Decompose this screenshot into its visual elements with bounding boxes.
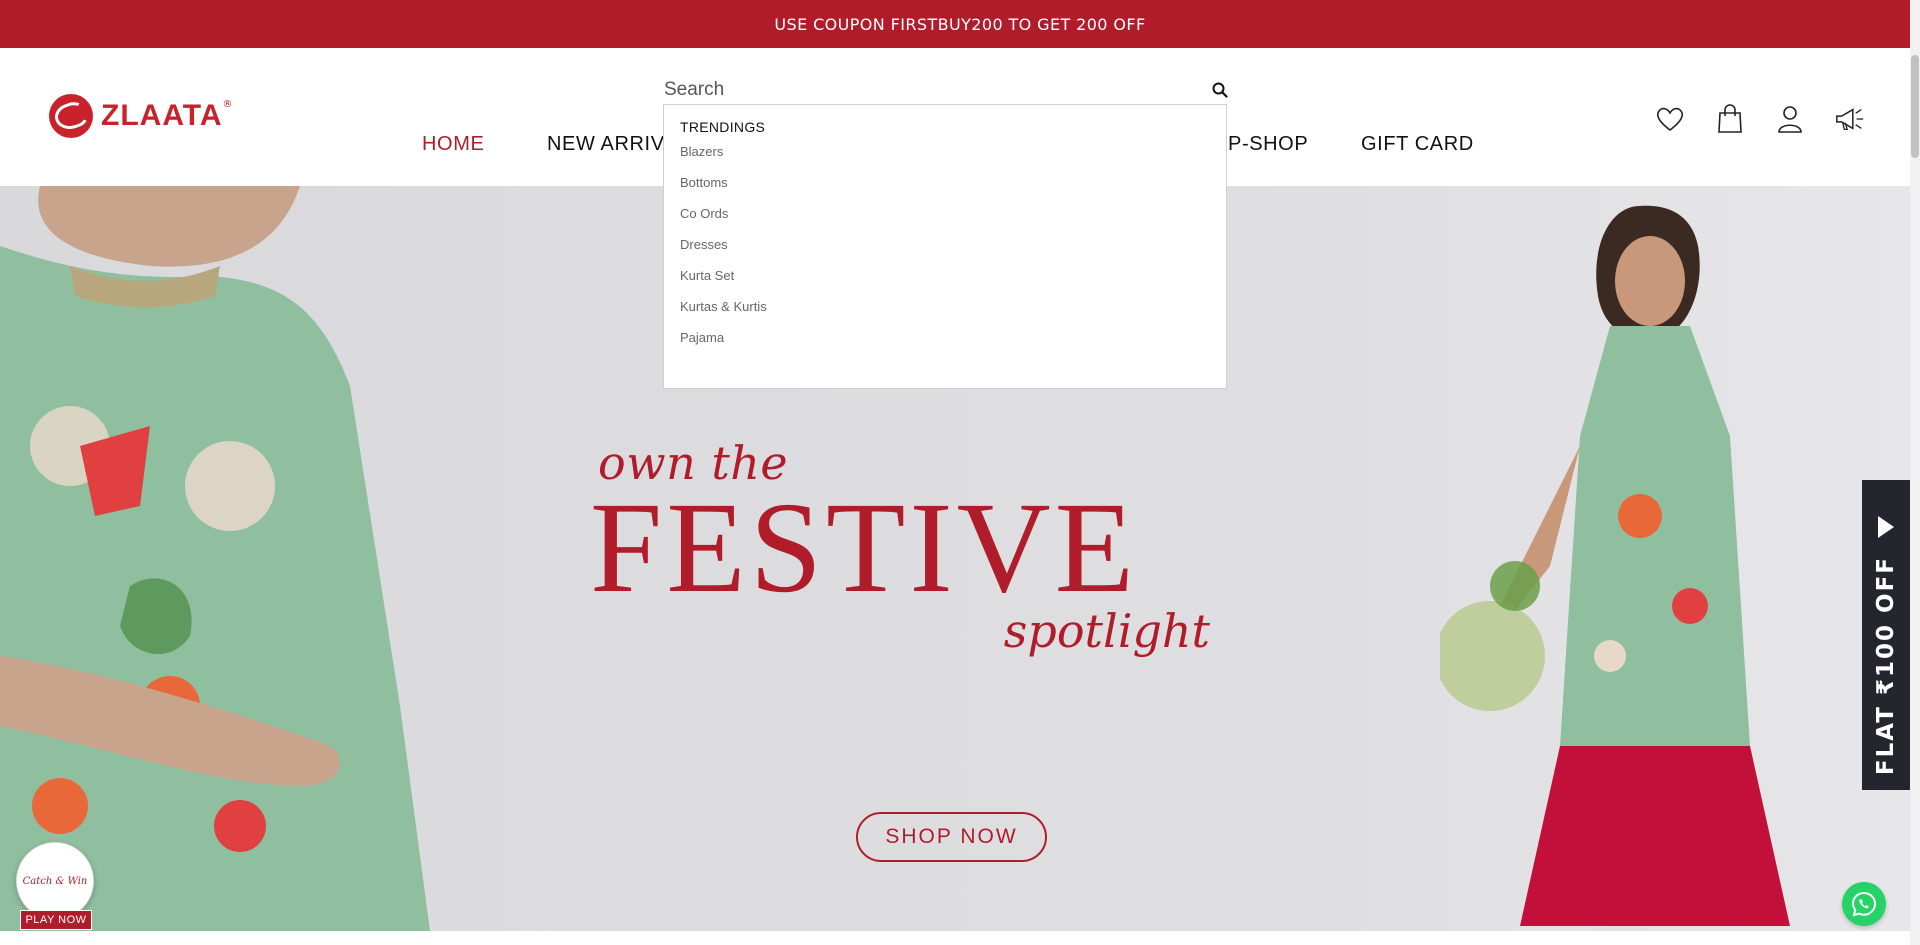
nav-item-home[interactable]: HOME	[422, 133, 484, 156]
user-icon	[1778, 106, 1802, 133]
suggestion-item-kurtas-kurtis[interactable]: Kurtas & Kurtis	[680, 298, 1210, 329]
brand-logo-mark-icon	[49, 94, 93, 138]
nav-item-gift-card[interactable]: GIFT CARD	[1361, 133, 1474, 156]
account-button[interactable]	[1774, 103, 1806, 135]
search-suggestions-dropdown: TRENDINGS Blazers Bottoms Co Ords Dresse…	[663, 104, 1227, 389]
nav-item-pop-shop[interactable]: P-SHOP	[1228, 133, 1308, 156]
suggestion-item-pajama[interactable]: Pajama	[680, 329, 1210, 360]
hero-model-left-image	[0, 186, 430, 931]
scrollbar-thumb[interactable]	[1911, 55, 1919, 158]
registered-mark: ®	[222, 99, 233, 110]
hero-line-2: FESTIVE	[590, 476, 1138, 620]
brand-name: ZLAATA	[101, 99, 223, 132]
heart-icon	[1656, 107, 1684, 132]
hero-headline: own the FESTIVE spotlight	[590, 436, 1230, 658]
suggestion-item-co-ords[interactable]: Co Ords	[680, 205, 1210, 236]
header-actions	[1654, 103, 1866, 135]
shopping-bag-icon	[1718, 104, 1742, 133]
suggestion-item-bottoms[interactable]: Bottoms	[680, 174, 1210, 205]
nav-item-new-arrivals[interactable]: NEW ARRIV	[547, 133, 665, 156]
catch-and-win-widget[interactable]: Catch & Win PLAY NOW	[16, 842, 94, 936]
flat-offer-tab[interactable]: FLAT ₹100 OFF	[1862, 480, 1910, 790]
dropdown-heading: TRENDINGS	[680, 119, 766, 135]
brand-logo[interactable]: ZLAATA ®	[49, 94, 233, 138]
search-icon[interactable]	[1212, 82, 1228, 98]
catch-and-win-label: Catch & Win	[22, 875, 88, 887]
cart-button[interactable]	[1714, 103, 1746, 135]
catch-and-win-badge[interactable]: Catch & Win	[16, 842, 94, 920]
flat-offer-text: FLAT ₹100 OFF	[1873, 556, 1899, 776]
play-arrow-icon	[1878, 516, 1894, 538]
suggestion-item-kurta-set[interactable]: Kurta Set	[680, 267, 1210, 298]
announcement-bar: USE COUPON FIRSTBUY200 TO GET 200 OFF	[0, 0, 1920, 48]
page-scrollbar[interactable]	[1910, 0, 1920, 945]
whatsapp-icon	[1851, 891, 1877, 917]
suggestion-item-blazers[interactable]: Blazers	[680, 143, 1210, 174]
shop-now-button[interactable]: SHOP NOW	[856, 812, 1047, 862]
wishlist-button[interactable]	[1654, 103, 1686, 135]
megaphone-icon	[1836, 108, 1864, 131]
announcements-button[interactable]	[1834, 103, 1866, 135]
suggestion-item-dresses[interactable]: Dresses	[680, 236, 1210, 267]
whatsapp-chat-button[interactable]	[1842, 882, 1886, 926]
announcement-text: USE COUPON FIRSTBUY200 TO GET 200 OFF	[774, 14, 1146, 34]
play-now-button[interactable]: PLAY NOW	[20, 910, 92, 930]
hero-model-right-image	[1440, 205, 1790, 926]
